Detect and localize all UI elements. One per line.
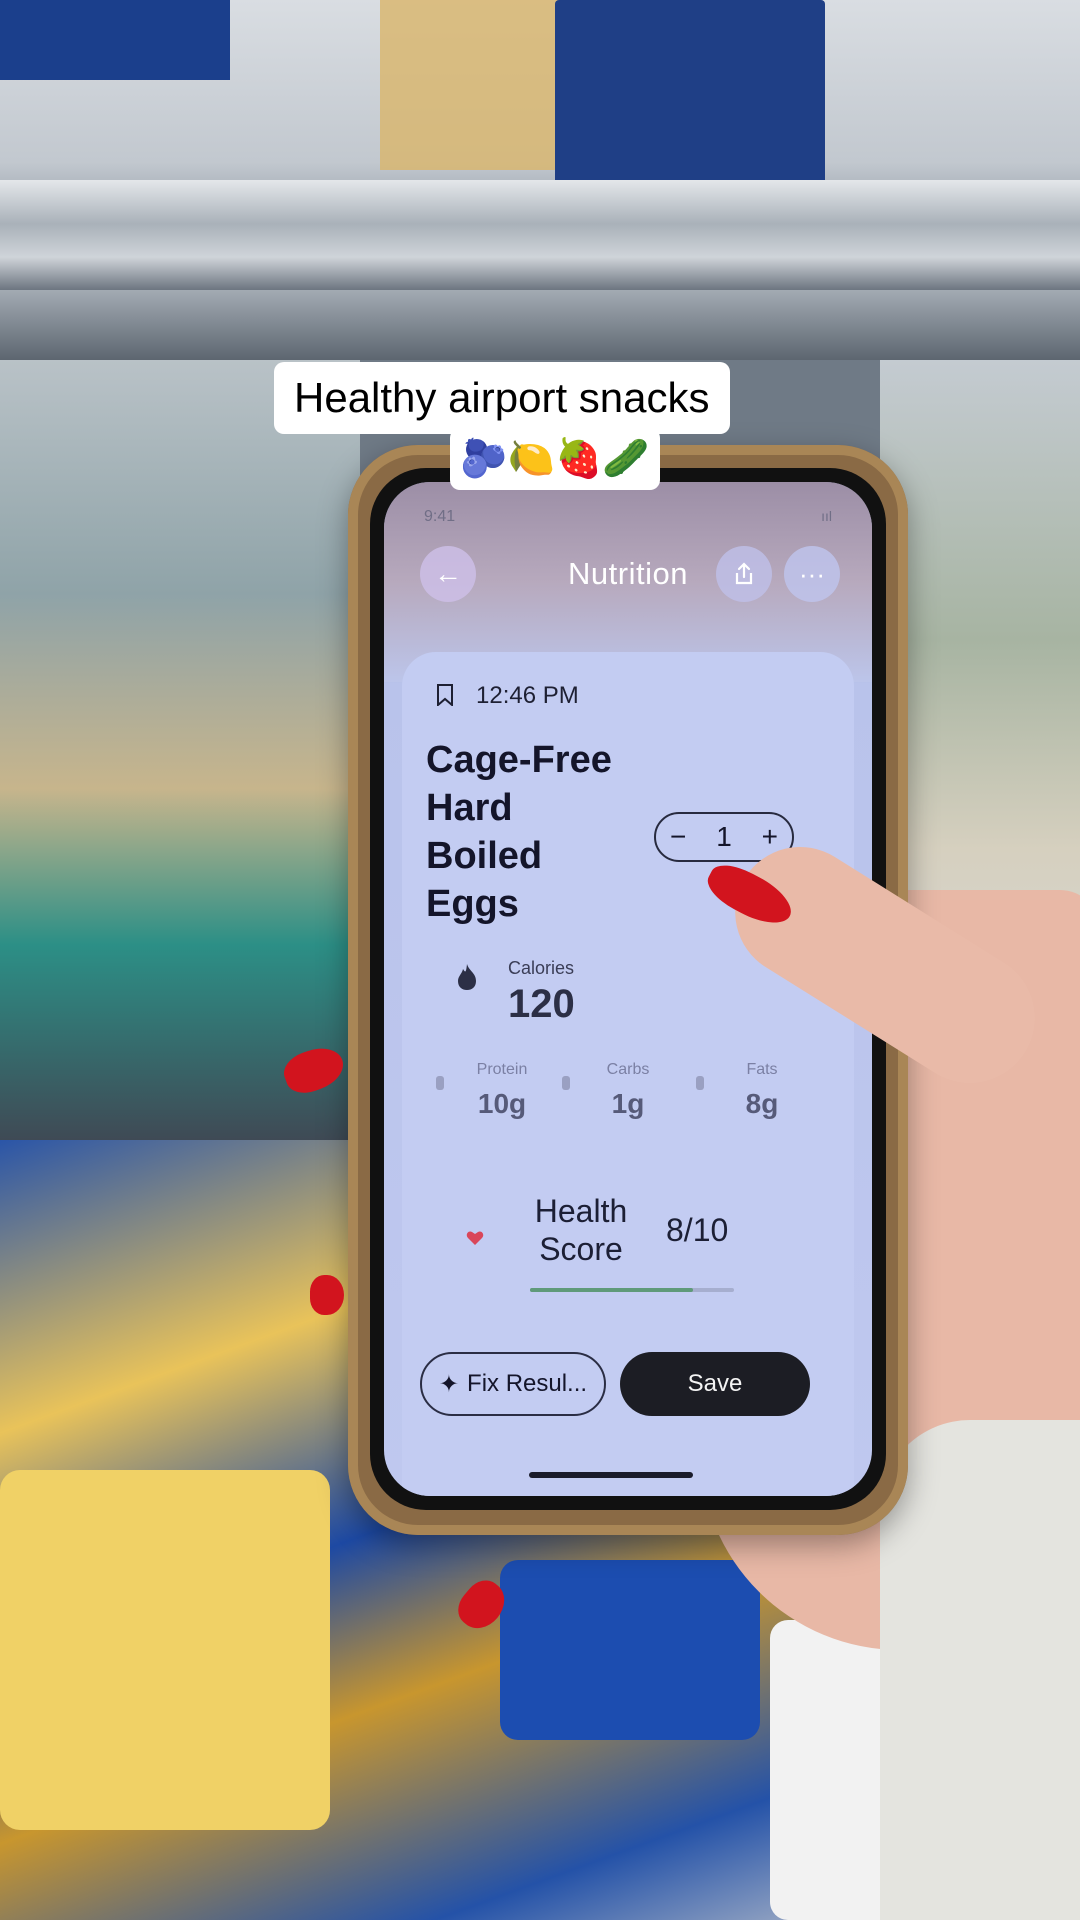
caption-title: Healthy airport snacks	[274, 362, 730, 434]
entry-time: 12:46 PM	[476, 682, 579, 709]
more-button[interactable]: ···	[784, 546, 840, 602]
macro-label: Fats	[746, 1061, 778, 1078]
macro-value: 1g	[611, 1088, 645, 1119]
increment-button[interactable]: +	[762, 821, 778, 853]
calories-label: Calories	[508, 958, 575, 978]
fix-results-label: Fix Resul...	[467, 1370, 588, 1397]
sleeve	[880, 1420, 1080, 1920]
caption-emoji: 🫐🍋🍓🥒	[450, 428, 660, 490]
product-box	[555, 0, 825, 190]
fingernail	[310, 1275, 344, 1315]
more-icon: ···	[799, 558, 825, 589]
share-button[interactable]	[716, 546, 772, 602]
home-indicator	[529, 1472, 693, 1478]
heart-icon	[466, 1231, 484, 1245]
carbs-icon	[562, 1076, 570, 1090]
calories-value: 120	[508, 982, 575, 1026]
nutrition-card: 12:46 PM Cage-Free Hard Boiled Eggs − 1 …	[402, 652, 854, 1496]
quantity-value: 1	[716, 821, 732, 852]
health-score-bar	[530, 1288, 734, 1292]
health-score-fill	[530, 1288, 694, 1292]
bookmark-icon[interactable]	[436, 684, 454, 706]
macro-value: 8g	[745, 1088, 779, 1119]
save-button[interactable]: Save	[620, 1352, 810, 1416]
macro-value: 10g	[477, 1088, 527, 1119]
sparkle-icon: ✦	[438, 1370, 460, 1398]
product-pack	[380, 0, 560, 170]
product-box	[0, 0, 230, 80]
decrement-button[interactable]: −	[670, 821, 686, 853]
flame-icon	[458, 964, 476, 990]
snack-package	[0, 1470, 330, 1830]
macro-fats: Fats 8g	[696, 1061, 822, 1120]
fix-results-button[interactable]: ✦ Fix Resul...	[420, 1352, 606, 1416]
shelf-rail	[0, 180, 1080, 290]
shelf-products-left	[0, 360, 360, 1140]
share-icon	[735, 562, 753, 585]
protein-icon	[436, 1076, 444, 1090]
macro-label: Carbs	[606, 1061, 650, 1078]
food-name: Cage-Free Hard Boiled Eggs	[426, 739, 612, 925]
phone-screen: 9:41 ııl ← Nutrition ··· 12:46 PM Cage-F…	[384, 482, 872, 1496]
status-time: 9:41	[424, 508, 456, 525]
macro-label: Protein	[476, 1061, 528, 1078]
health-score-value: 8/10	[666, 1212, 729, 1248]
macro-protein: Protein 10g	[436, 1061, 562, 1120]
fats-icon	[696, 1076, 704, 1090]
signal-icon: ııl	[821, 508, 832, 524]
snack-package	[500, 1560, 760, 1740]
health-score-label: Health Score	[534, 1193, 628, 1267]
macro-carbs: Carbs 1g	[562, 1061, 688, 1120]
